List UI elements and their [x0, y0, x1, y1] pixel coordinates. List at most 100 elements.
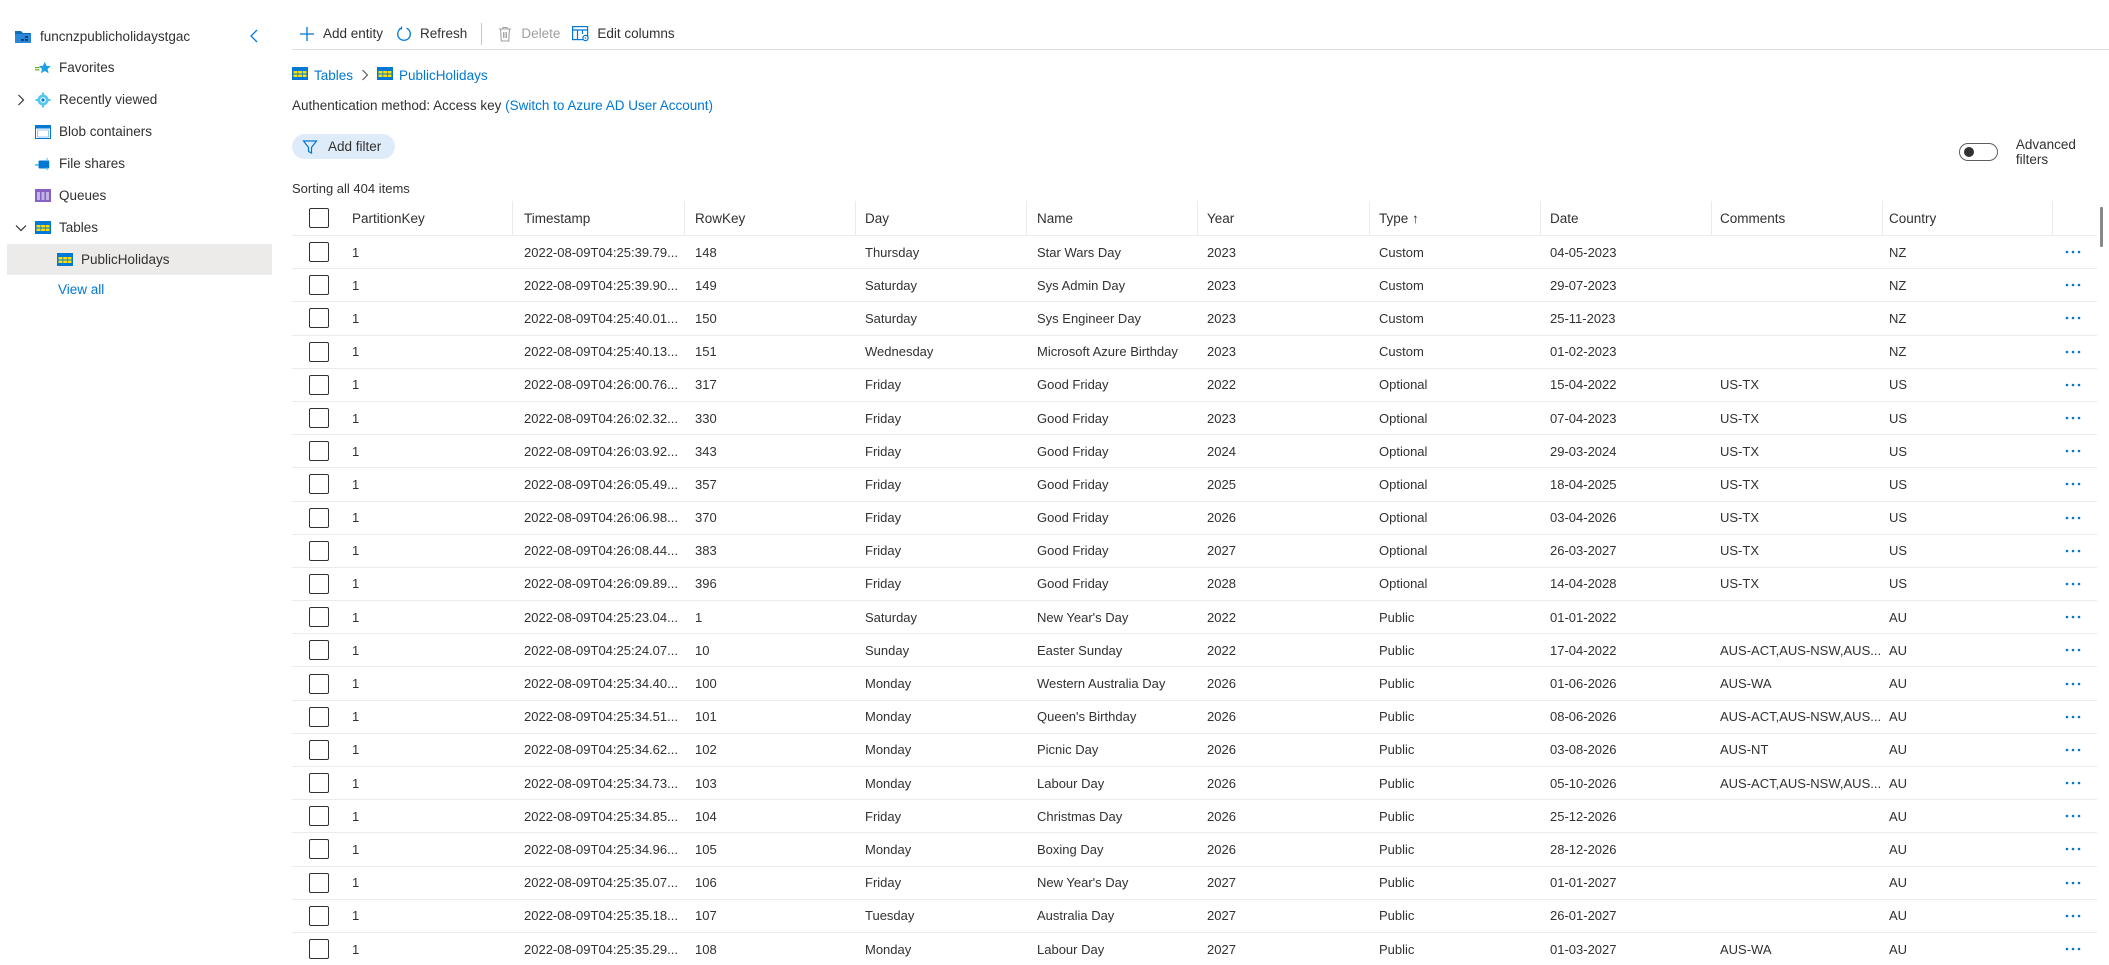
add-entity-button[interactable]: Add entity: [292, 22, 389, 46]
table-row[interactable]: 1 2022-08-09T04:25:35.29... 108 Monday Labou…: [292, 933, 2097, 965]
table-row[interactable]: 1 2022-08-09T04:25:34.85... 104 Friday Chris…: [292, 800, 2097, 834]
more-actions-icon[interactable]: [2065, 369, 2081, 401]
sidebar-item-queues[interactable]: Queues: [7, 180, 272, 211]
row-checkbox[interactable]: [309, 408, 329, 429]
sidebar-item-blob-containers[interactable]: Blob containers: [7, 116, 272, 147]
switch-auth-link[interactable]: (Switch to Azure AD User Account): [505, 98, 713, 113]
more-actions-icon[interactable]: [2065, 502, 2081, 534]
more-actions-icon[interactable]: [2065, 269, 2081, 301]
row-checkbox[interactable]: [309, 341, 329, 362]
row-checkbox[interactable]: [309, 374, 329, 395]
sidebar-item-tables[interactable]: Tables: [7, 212, 272, 243]
refresh-button[interactable]: Refresh: [389, 22, 473, 46]
more-actions-icon[interactable]: [2065, 933, 2081, 965]
sidebar-item-favorites[interactable]: Favorites: [7, 52, 272, 83]
table-row[interactable]: 1 2022-08-09T04:25:39.79... 148 Thursday Sta…: [292, 236, 2097, 270]
more-actions-icon[interactable]: [2065, 701, 2081, 733]
row-checkbox[interactable]: [309, 872, 329, 893]
row-checkbox[interactable]: [309, 640, 329, 661]
more-actions-icon[interactable]: [2065, 336, 2081, 368]
row-checkbox[interactable]: [309, 573, 329, 594]
more-actions-icon[interactable]: [2065, 535, 2081, 567]
column-header-day[interactable]: Day: [865, 201, 1025, 235]
table-row[interactable]: 1 2022-08-09T04:25:34.96... 105 Monday Boxin…: [292, 833, 2097, 867]
row-checkbox[interactable]: [309, 773, 329, 794]
column-header-country[interactable]: Country: [1889, 201, 2049, 235]
row-checkbox[interactable]: [309, 939, 329, 960]
row-checkbox[interactable]: [309, 706, 329, 727]
more-actions-icon[interactable]: [2065, 568, 2081, 600]
row-checkbox[interactable]: [309, 806, 329, 827]
row-checkbox[interactable]: [309, 275, 329, 296]
column-resize-handle[interactable]: [1882, 201, 1883, 236]
breadcrumb-tables[interactable]: Tables: [292, 67, 353, 83]
table-row[interactable]: 1 2022-08-09T04:25:23.04... 1 Saturday New Y…: [292, 601, 2097, 635]
table-row[interactable]: 1 2022-08-09T04:25:34.40... 100 Monday Weste…: [292, 667, 2097, 701]
column-header-partitionkey[interactable]: PartitionKey: [352, 201, 512, 235]
add-filter-button[interactable]: Add filter: [292, 134, 395, 159]
chevron-right-icon[interactable]: [13, 92, 29, 108]
row-checkbox[interactable]: [309, 839, 329, 860]
row-checkbox[interactable]: [309, 673, 329, 694]
vertical-scrollbar[interactable]: [2100, 207, 2103, 247]
row-checkbox[interactable]: [309, 739, 329, 760]
row-checkbox[interactable]: [309, 242, 329, 263]
table-row[interactable]: 1 2022-08-09T04:25:40.01... 150 Saturday Sys…: [292, 302, 2097, 336]
more-actions-icon[interactable]: [2065, 734, 2081, 766]
table-row[interactable]: 1 2022-08-09T04:25:40.13... 151 Wednesday Mi…: [292, 336, 2097, 369]
table-row[interactable]: 1 2022-08-09T04:25:24.07... 10 Sunday Easter…: [292, 634, 2097, 668]
table-row[interactable]: 1 2022-08-09T04:26:05.49... 357 Friday Good …: [292, 468, 2097, 502]
column-resize-handle[interactable]: [2052, 201, 2053, 236]
column-resize-handle[interactable]: [1540, 201, 1541, 236]
more-actions-icon[interactable]: [2065, 634, 2081, 666]
more-actions-icon[interactable]: [2065, 800, 2081, 832]
select-all-checkbox[interactable]: [309, 208, 329, 228]
column-header-rowkey[interactable]: RowKey: [695, 201, 855, 235]
more-actions-icon[interactable]: [2065, 667, 2081, 699]
more-actions-icon[interactable]: [2065, 435, 2081, 467]
row-checkbox[interactable]: [309, 607, 329, 628]
table-row[interactable]: 1 2022-08-09T04:25:34.73... 103 Monday Labou…: [292, 767, 2097, 801]
table-row[interactable]: 1 2022-08-09T04:25:34.51... 101 Monday Queen…: [292, 701, 2097, 734]
row-checkbox[interactable]: [309, 441, 329, 462]
table-row[interactable]: 1 2022-08-09T04:25:35.07... 106 Friday New Y…: [292, 867, 2097, 900]
row-checkbox[interactable]: [309, 308, 329, 329]
more-actions-icon[interactable]: [2065, 468, 2081, 500]
table-row[interactable]: 1 2022-08-09T04:25:35.18... 107 Tuesday Aust…: [292, 900, 2097, 933]
table-row[interactable]: 1 2022-08-09T04:26:02.32... 330 Friday Good …: [292, 402, 2097, 436]
column-header-comments[interactable]: Comments: [1720, 201, 1880, 235]
table-row[interactable]: 1 2022-08-09T04:25:34.62... 102 Monday Picni…: [292, 734, 2097, 767]
row-checkbox[interactable]: [309, 905, 329, 926]
column-resize-handle[interactable]: [855, 201, 856, 236]
row-checkbox[interactable]: [309, 474, 329, 495]
more-actions-icon[interactable]: [2065, 767, 2081, 799]
storage-account-header[interactable]: funcnzpublicholidaystgac: [14, 24, 264, 48]
more-actions-icon[interactable]: [2065, 833, 2081, 865]
breadcrumb-publicholidays[interactable]: PublicHolidays: [377, 67, 488, 83]
column-header-date[interactable]: Date: [1550, 201, 1710, 235]
column-header-name[interactable]: Name: [1037, 201, 1199, 235]
sidebar-item-file-shares[interactable]: File shares: [7, 148, 272, 179]
table-row[interactable]: 1 2022-08-09T04:26:08.44... 383 Friday Good …: [292, 535, 2097, 568]
table-row[interactable]: 1 2022-08-09T04:26:00.76... 317 Friday Good …: [292, 369, 2097, 402]
column-header-timestamp[interactable]: Timestamp: [524, 201, 692, 235]
more-actions-icon[interactable]: [2065, 601, 2081, 633]
table-row[interactable]: 1 2022-08-09T04:26:06.98... 370 Friday Good …: [292, 502, 2097, 535]
column-resize-handle[interactable]: [1026, 201, 1027, 236]
column-resize-handle[interactable]: [512, 201, 513, 236]
column-resize-handle[interactable]: [1369, 201, 1370, 236]
table-row[interactable]: 1 2022-08-09T04:26:09.89... 396 Friday Good …: [292, 568, 2097, 602]
view-all-link[interactable]: View all: [58, 282, 104, 297]
chevron-down-icon[interactable]: [13, 220, 29, 236]
sidebar-item-publicholidays[interactable]: PublicHolidays: [7, 244, 272, 275]
column-resize-handle[interactable]: [1197, 201, 1198, 236]
more-actions-icon[interactable]: [2065, 900, 2081, 932]
collapse-sidebar-button[interactable]: [244, 26, 264, 46]
column-resize-handle[interactable]: [1711, 201, 1712, 236]
delete-button[interactable]: Delete: [490, 22, 566, 46]
table-row[interactable]: 1 2022-08-09T04:26:03.92... 343 Friday Good …: [292, 435, 2097, 469]
edit-columns-button[interactable]: Edit columns: [566, 22, 680, 46]
column-header-year[interactable]: Year: [1207, 201, 1367, 235]
more-actions-icon[interactable]: [2065, 302, 2081, 334]
column-resize-handle[interactable]: [684, 201, 685, 236]
